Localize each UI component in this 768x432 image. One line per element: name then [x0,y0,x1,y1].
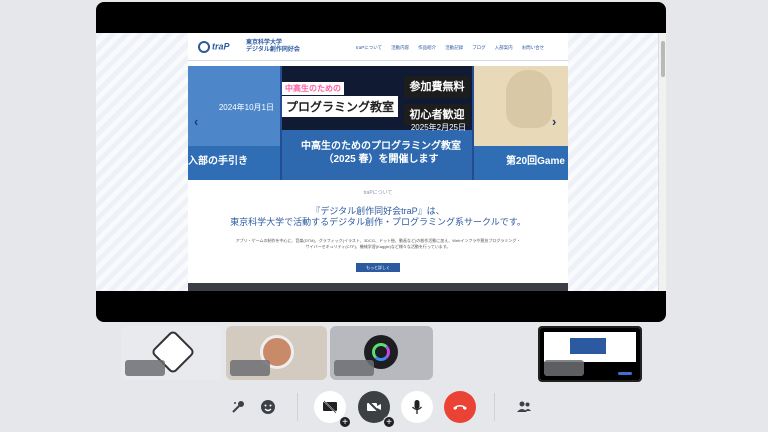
present-button[interactable]: + [314,391,351,428]
divider [494,393,495,421]
screen-share-stage: traP 東京科学大学 デジタル創作同好会 traPについて 活動内容 作品紹介… [96,2,666,322]
mic-icon [412,400,422,414]
carousel-next-button[interactable]: › [552,114,556,129]
more-info-button[interactable]: もっと詳しく [356,263,400,272]
participant-name [334,360,374,376]
people-icon [517,401,531,412]
emoji-icon [261,400,275,414]
hangup-button[interactable] [444,391,476,423]
site-header: traP 東京科学大学 デジタル創作同好会 traPについて 活動内容 作品紹介… [188,33,568,61]
about-heading: 『デジタル創作同好会traP』は、 東京科学大学で活動するデジタル創作・プログラ… [230,206,526,227]
hero-carousel: 2024年10月1日 入部の手引き 中高生のための プログラミング教室 参加費無… [188,66,568,180]
nav-item[interactable]: 作品紹介 [418,45,436,51]
participant-name [125,360,165,376]
nav-item[interactable]: お問い合せ [522,45,545,51]
camera-off-icon [366,399,382,415]
nav-item[interactable]: 活動内容 [391,45,409,51]
add-icon: + [339,416,351,428]
participant-tile[interactable] [121,326,222,380]
website: traP 東京科学大学 デジタル創作同好会 traPについて 活動内容 作品紹介… [188,33,568,291]
participant-tile[interactable] [330,326,433,380]
add-icon: + [383,416,395,428]
nav-item[interactable]: 活動記録 [445,45,463,51]
camera-toggle-button[interactable]: + [358,391,395,428]
participant-name [544,360,584,376]
carousel-slide-active[interactable]: 中高生のための プログラミング教室 参加費無料 初心者歓迎 2025年2月25日… [282,66,472,180]
about-kicker: traPについて [363,190,393,196]
character-illustration [506,70,552,128]
logo-icon [198,41,210,53]
carousel-prev-button[interactable]: ‹ [194,114,198,129]
site-logo[interactable]: traP [198,41,244,55]
site-footer-strip [188,283,568,291]
carousel-slide[interactable]: 2024年10月1日 入部の手引き [188,66,280,180]
reaction-button[interactable] [252,391,284,423]
mic-toggle-button[interactable] [401,391,433,423]
site-nav: traPについて 活動内容 作品紹介 活動記録 ブログ 入部案内 お問い合せ [356,45,544,51]
hangup-icon [453,405,467,410]
participant-tile[interactable] [226,326,327,380]
nav-item[interactable]: 入部案内 [495,45,513,51]
nav-item[interactable]: ブログ [472,45,486,51]
sparkle-icon [232,401,244,413]
effects-button[interactable] [222,391,254,423]
present-icon [323,400,337,414]
screen-share-thumbnail[interactable] [538,326,642,382]
participant-name [230,360,270,376]
about-section: traPについて 『デジタル創作同好会traP』は、 東京科学大学で活動するデジ… [188,189,568,250]
divider [297,393,298,421]
participants-button[interactable] [508,391,540,423]
logo-subtitle: 東京科学大学 デジタル創作同好会 [246,40,300,53]
shared-browser-content: traP 東京科学大学 デジタル創作同好会 traPについて 活動内容 作品紹介… [96,33,666,291]
about-body: アプリ・ゲームの制作を中心に、音楽(DTM)、グラフィック(イラスト、3DCG、… [235,238,521,249]
page-scrollbar[interactable] [658,33,666,291]
nav-item[interactable]: traPについて [356,45,382,51]
